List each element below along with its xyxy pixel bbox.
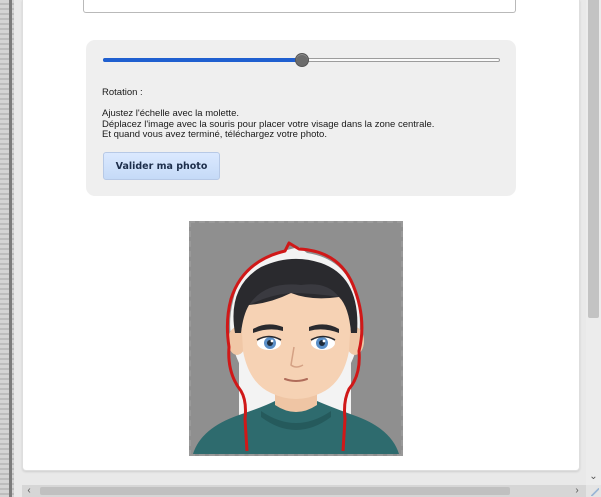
horizontal-scrollbar-thumb[interactable] — [40, 487, 510, 495]
instructions-text: Ajustez l'échelle avec la molette. Dépla… — [102, 108, 434, 141]
vertical-scrollbar[interactable]: ⌄ — [586, 0, 601, 485]
instruction-line-3: Et quand vous avez terminé, téléchargez … — [102, 129, 327, 140]
top-input-field[interactable] — [83, 0, 516, 13]
rotation-label: Rotation : — [102, 87, 143, 98]
horizontal-scrollbar[interactable]: ‹ › — [22, 485, 586, 497]
avatar-photo — [191, 223, 401, 454]
content-card: Rotation : Ajustez l'échelle avec la mol… — [22, 0, 580, 471]
resize-grip-icon[interactable] — [591, 488, 599, 496]
slider-fill — [103, 58, 302, 62]
vertical-scrollbar-thumb[interactable] — [588, 0, 599, 318]
scale-slider[interactable] — [103, 53, 500, 69]
left-window-edge — [0, 0, 14, 497]
scrollbar-corner — [586, 485, 601, 497]
instruction-line-1: Ajustez l'échelle avec la molette. — [102, 108, 239, 119]
controls-panel: Rotation : Ajustez l'échelle avec la mol… — [86, 40, 516, 196]
slider-thumb[interactable] — [294, 53, 309, 67]
chevron-left-icon[interactable]: ‹ — [22, 485, 36, 497]
chevron-down-icon[interactable]: ⌄ — [586, 470, 601, 484]
photo-crop-frame[interactable] — [189, 221, 403, 456]
chevron-right-icon[interactable]: › — [570, 485, 584, 497]
validate-photo-button[interactable]: Valider ma photo — [103, 152, 220, 180]
